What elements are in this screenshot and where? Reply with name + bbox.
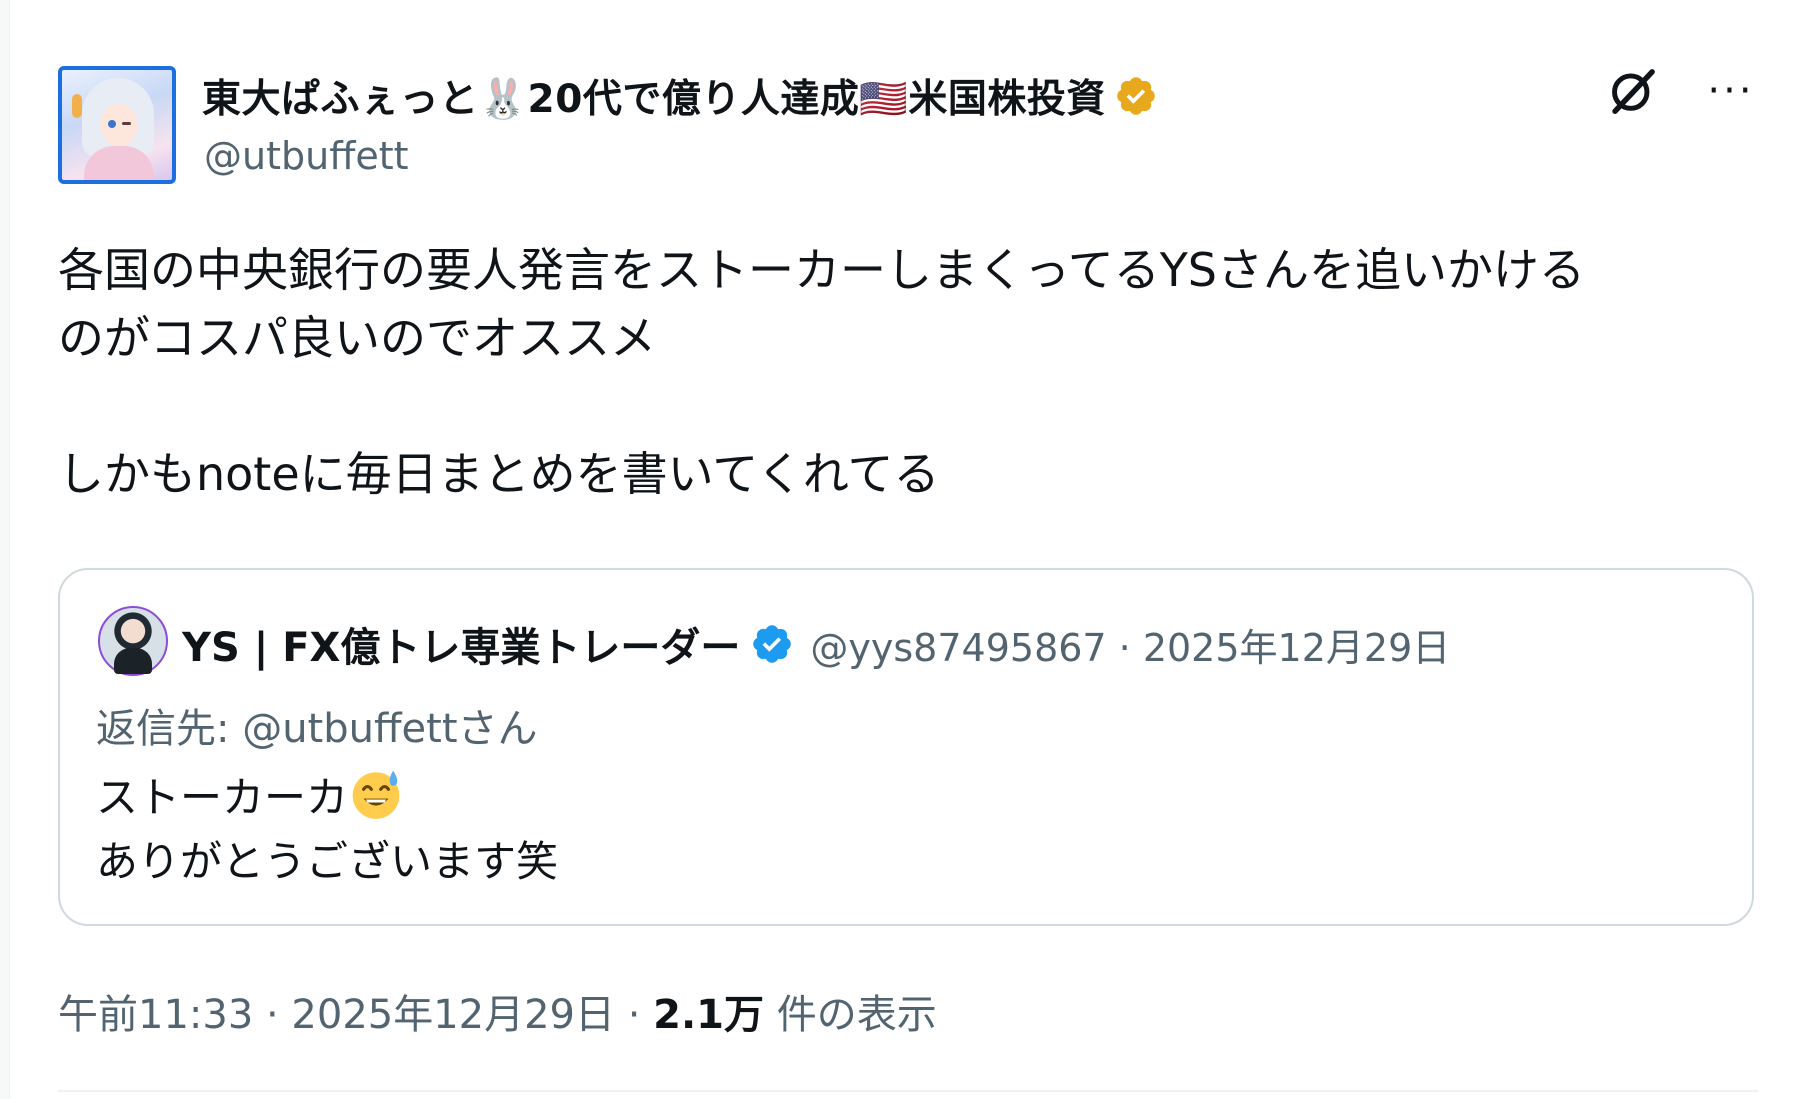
quoted-tweet[interactable]: YS | FX億トレ専業トレーダー @yys87495867 · 2025年12… xyxy=(58,568,1754,926)
author-name-row[interactable]: 東大ぱふぇっと🐰20代で億り人達成🇺🇸米国株投資 xyxy=(202,70,1158,122)
tweet-post: 東大ぱふぇっと🐰20代で億り人達成🇺🇸米国株投資 @utbuffett ··· … xyxy=(58,0,1758,1099)
author-display-name[interactable]: 東大ぱふぇっと🐰20代で億り人達成🇺🇸米国株投資 xyxy=(202,68,1106,124)
author-avatar[interactable] xyxy=(58,66,176,184)
gold-verified-badge-icon xyxy=(1117,77,1155,115)
quoted-display-name[interactable]: YS | FX億トレ専業トレーダー xyxy=(182,615,740,673)
tweet-footer: 午前11:33 · 2025年12月29日 · 2.1万 件の表示 xyxy=(58,982,937,1040)
left-border xyxy=(0,0,10,1099)
grinning-sweat-emoji-icon xyxy=(352,770,400,819)
quoted-text: ストーカーカ ありがとうございます笑 xyxy=(96,766,558,894)
quoted-author-avatar[interactable] xyxy=(98,606,168,676)
author-handle[interactable]: @utbuffett xyxy=(204,134,409,178)
more-options-icon[interactable]: ··· xyxy=(1704,64,1758,118)
quoted-handle-date[interactable]: @yys87495867 · 2025年12月29日 xyxy=(810,617,1450,672)
bottom-divider xyxy=(58,1090,1758,1092)
quoted-header: YS | FX億トレ専業トレーダー @yys87495867 · 2025年12… xyxy=(182,614,1450,674)
tweet-text: 各国の中央銀行の要人発言をストーカーしまくってるYSさんを追いかける のがコスパ… xyxy=(58,243,1585,501)
top-actions: ··· xyxy=(1606,64,1758,118)
view-label: 件の表示 xyxy=(764,992,937,1038)
reply-to-label: 返信先: @utbuffettさん xyxy=(96,706,538,752)
grok-icon[interactable] xyxy=(1606,64,1660,118)
timestamp-link[interactable]: 午前11:33 · 2025年12月29日 · xyxy=(58,992,653,1038)
quoted-text-line2: ありがとうございます笑 xyxy=(96,837,559,886)
view-count[interactable]: 2.1万 xyxy=(653,992,764,1038)
blue-verified-badge-icon xyxy=(753,625,792,663)
quoted-text-line1: ストーカーカ xyxy=(96,773,349,822)
